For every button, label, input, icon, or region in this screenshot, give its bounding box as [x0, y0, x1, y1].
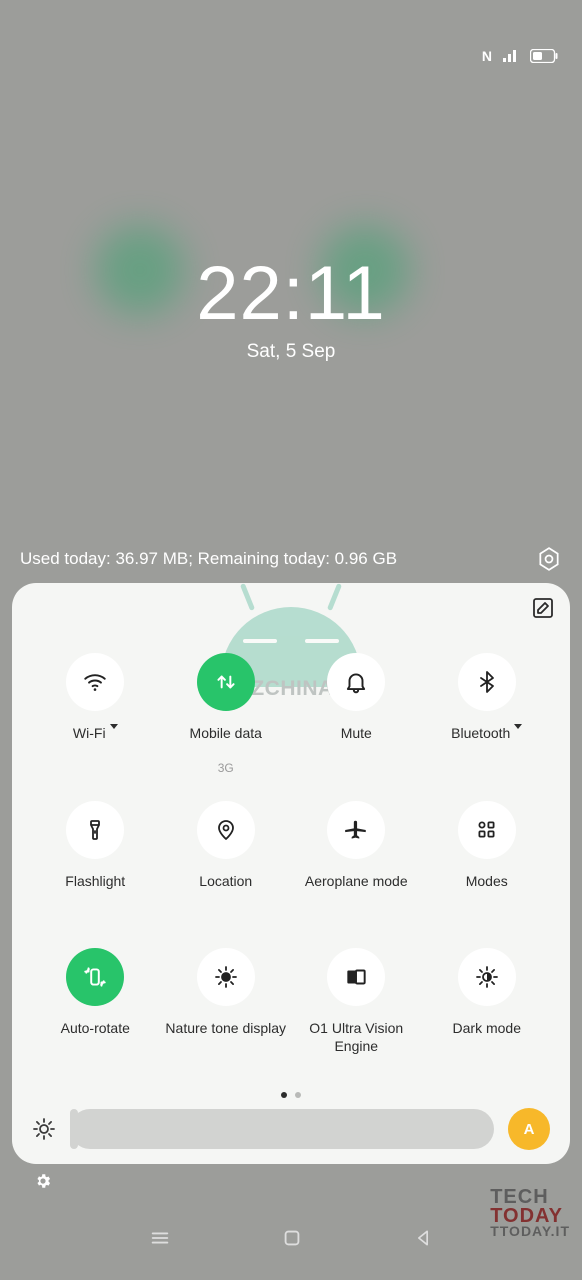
edit-tiles-button[interactable] — [528, 593, 558, 623]
screen: N 22:11 Sat, 5 Sep Used today: 36.97 MB;… — [0, 0, 582, 1280]
tile-label: Dark mode — [453, 1020, 521, 1054]
tile-airplane[interactable]: Aeroplane mode — [295, 801, 418, 937]
data-usage-text: Used today: 36.97 MB; Remaining today: 0… — [20, 549, 397, 569]
clock-date: Sat, 5 Sep — [0, 341, 582, 363]
tiles-grid: Wi-Fi Mobile data 3G Mute Bluetooth Flashligh… — [34, 653, 548, 1084]
location-icon[interactable] — [197, 801, 255, 859]
nav-home-icon[interactable] — [281, 1227, 303, 1254]
tile-label: Mute — [341, 725, 372, 759]
tile-label: Flashlight — [65, 873, 125, 907]
brightness-slider[interactable] — [70, 1109, 494, 1149]
bell-icon[interactable] — [327, 653, 385, 711]
auto-brightness-button[interactable]: A — [508, 1108, 550, 1150]
pager-dot[interactable] — [295, 1092, 301, 1098]
flashlight-icon[interactable] — [66, 801, 124, 859]
nav-recent-icon[interactable] — [149, 1227, 171, 1254]
battery-icon — [530, 49, 558, 63]
pager-dot[interactable] — [281, 1092, 287, 1098]
tile-sun[interactable]: Nature tone display — [165, 948, 288, 1084]
tile-label: Auto-rotate — [61, 1020, 130, 1054]
tile-label: O1 Ultra Vision Engine — [295, 1020, 418, 1055]
sun-icon[interactable] — [197, 948, 255, 1006]
wifi-icon[interactable] — [66, 653, 124, 711]
tile-mobiledata[interactable]: Mobile data 3G — [165, 653, 288, 789]
data-usage-settings-icon[interactable] — [536, 546, 562, 572]
rotate-icon[interactable] — [66, 948, 124, 1006]
system-settings-icon[interactable] — [34, 1172, 52, 1195]
mobiledata-icon[interactable] — [197, 653, 255, 711]
tile-bell[interactable]: Mute — [295, 653, 418, 789]
brightness-icon — [32, 1117, 56, 1141]
nav-back-icon[interactable] — [413, 1227, 433, 1254]
signal-icon — [502, 49, 520, 63]
tile-location[interactable]: Location — [165, 801, 288, 937]
tile-label: Aeroplane mode — [305, 873, 408, 907]
tile-label: Mobile data — [190, 725, 262, 759]
airplane-icon[interactable] — [327, 801, 385, 859]
clock-time: 22:11 — [0, 250, 582, 337]
status-bar: N — [482, 48, 558, 64]
brightness-row: A — [32, 1108, 550, 1150]
tile-halfsun[interactable]: Dark mode — [426, 948, 549, 1084]
page-indicator — [12, 1092, 570, 1098]
bluetooth-icon[interactable] — [458, 653, 516, 711]
data-usage-row: Used today: 36.97 MB; Remaining today: 0… — [20, 546, 562, 572]
tile-ultravision[interactable]: O1 Ultra Vision Engine — [295, 948, 418, 1084]
nfc-indicator: N — [482, 48, 492, 64]
tile-label: Modes — [466, 873, 508, 907]
tile-label: Location — [199, 873, 252, 907]
halfsun-icon[interactable] — [458, 948, 516, 1006]
tile-label: Nature tone display — [165, 1020, 286, 1054]
quick-settings-panel: GIZCHINA.it Wi-FiMobile data3GMuteBlueto… — [12, 583, 570, 1164]
ultravision-icon[interactable] — [327, 948, 385, 1006]
navigation-bar — [0, 1218, 582, 1262]
tile-wifi[interactable]: Wi-Fi — [34, 653, 157, 789]
tile-rotate[interactable]: Auto-rotate — [34, 948, 157, 1084]
tile-label: Wi-Fi — [73, 725, 118, 759]
tile-sublabel: 3G — [218, 761, 234, 775]
tile-flashlight[interactable]: Flashlight — [34, 801, 157, 937]
modes-icon[interactable] — [458, 801, 516, 859]
tile-label: Bluetooth — [451, 725, 522, 759]
tile-modes[interactable]: Modes — [426, 801, 549, 937]
clock-block: 22:11 Sat, 5 Sep — [0, 250, 582, 363]
tile-bluetooth[interactable]: Bluetooth — [426, 653, 549, 789]
